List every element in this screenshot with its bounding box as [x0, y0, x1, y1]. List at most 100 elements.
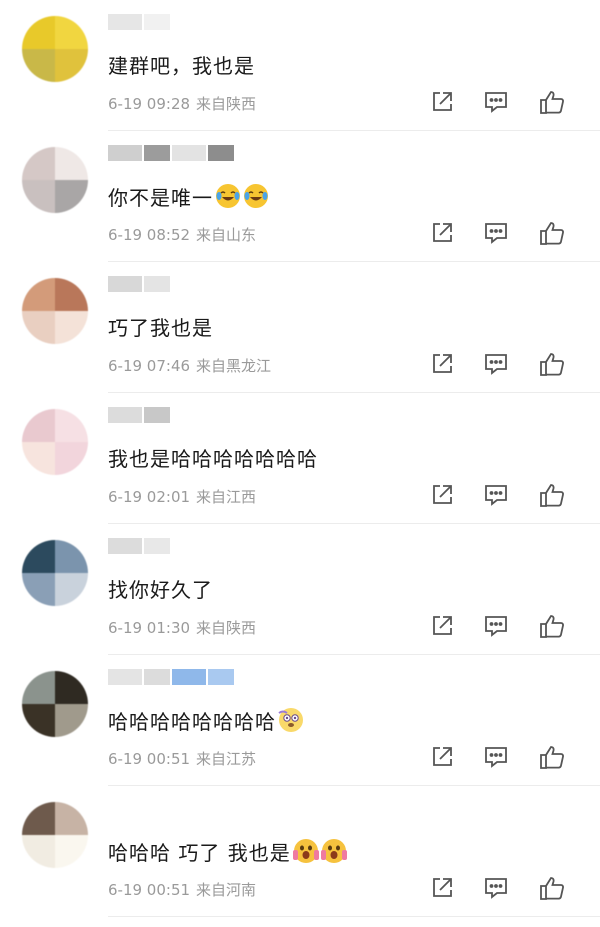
like-button[interactable]: [538, 483, 566, 511]
comment-icon: [483, 876, 509, 904]
screaming-face-emoji: [319, 839, 347, 865]
screaming-face-emoji: [291, 839, 319, 865]
nickname-blurred[interactable]: [108, 145, 234, 161]
share-button[interactable]: [428, 745, 456, 773]
comment-time: 6-19 09:28: [108, 95, 191, 113]
comment-item[interactable]: 找你好久了 6-19 01:30 来自陕西: [0, 524, 600, 655]
thumbs-up-icon: [539, 613, 565, 643]
comment-text: 找你好久了: [108, 576, 213, 604]
comment-meta: 6-19 01:30 来自陕西: [108, 617, 256, 638]
comment-icon: [483, 745, 509, 773]
comment-location: 来自陕西: [196, 619, 257, 637]
reply-button[interactable]: [482, 221, 510, 249]
crying-laughing-emoji: [241, 184, 269, 210]
comment-icon: [483, 352, 509, 380]
reply-button[interactable]: [482, 352, 510, 380]
share-button[interactable]: [428, 483, 456, 511]
comment-icon: [483, 614, 509, 642]
comment-location: 来自黑龙江: [196, 357, 272, 375]
comment-time: 6-19 07:46: [108, 357, 191, 375]
comment-icon: [483, 90, 509, 118]
comment-text: 巧了我也是: [108, 314, 213, 342]
comment-location: 来自江苏: [196, 750, 257, 768]
share-button[interactable]: [428, 876, 456, 904]
thumbs-up-icon: [539, 351, 565, 381]
comment-icon: [483, 221, 509, 249]
comment-location: 来自山东: [196, 226, 257, 244]
share-button[interactable]: [428, 221, 456, 249]
share-button[interactable]: [428, 352, 456, 380]
share-icon: [430, 352, 454, 380]
comment-text-content: 我也是哈哈哈哈哈哈哈: [108, 447, 318, 471]
comment-meta: 6-19 07:46 来自黑龙江: [108, 355, 271, 376]
comment-time: 6-19 00:51: [108, 750, 191, 768]
comment-text: 建群吧，我也是: [108, 52, 255, 80]
avatar[interactable]: [22, 671, 88, 737]
comment-text: 哈哈哈 巧了 我也是: [108, 838, 347, 867]
share-icon: [430, 483, 454, 511]
nickname-blurred[interactable]: [108, 14, 170, 30]
comment-actions: [428, 614, 578, 642]
comment-time: 6-19 00:51: [108, 881, 191, 899]
nickname-blurred[interactable]: [108, 276, 170, 292]
share-icon: [430, 614, 454, 642]
crying-laughing-emoji: [213, 184, 241, 210]
avatar[interactable]: [22, 16, 88, 82]
comment-icon: [483, 483, 509, 511]
comment-text: 哈哈哈哈哈哈哈哈: [108, 707, 304, 736]
comment-meta: 6-19 02:01 来自江西: [108, 486, 256, 507]
thumbs-up-icon: [539, 89, 565, 119]
comment-actions: [428, 221, 578, 249]
thumbs-up-icon: [539, 875, 565, 905]
nickname-blurred[interactable]: [108, 407, 170, 423]
comment-text-content: 建群吧，我也是: [108, 54, 255, 78]
comment-location: 来自河南: [196, 881, 257, 899]
comment-text-content: 巧了我也是: [108, 316, 213, 340]
like-button[interactable]: [538, 876, 566, 904]
like-button[interactable]: [538, 352, 566, 380]
reply-button[interactable]: [482, 876, 510, 904]
comment-meta: 6-19 08:52 来自山东: [108, 224, 256, 245]
like-button[interactable]: [538, 745, 566, 773]
comment-text: 我也是哈哈哈哈哈哈哈: [108, 445, 318, 473]
comment-actions: [428, 90, 578, 118]
comment-location: 来自江西: [196, 488, 257, 506]
comment-text-content: 找你好久了: [108, 578, 213, 602]
dizzy-face-emoji: [276, 708, 304, 734]
share-icon: [430, 745, 454, 773]
share-button[interactable]: [428, 614, 456, 642]
avatar[interactable]: [22, 409, 88, 475]
comment-item[interactable]: 哈哈哈 巧了 我也是 6-19 00:51 来自河南: [0, 786, 600, 917]
comment-text-content: 你不是唯一: [108, 186, 213, 210]
thumbs-up-icon: [539, 220, 565, 250]
reply-button[interactable]: [482, 90, 510, 118]
like-button[interactable]: [538, 614, 566, 642]
comment-meta: 6-19 00:51 来自河南: [108, 879, 256, 900]
comment-meta: 6-19 09:28 来自陕西: [108, 93, 256, 114]
comment-actions: [428, 483, 578, 511]
reply-button[interactable]: [482, 614, 510, 642]
avatar[interactable]: [22, 278, 88, 344]
comment-location: 来自陕西: [196, 95, 257, 113]
avatar[interactable]: [22, 540, 88, 606]
nickname-blurred[interactable]: [108, 538, 170, 554]
comment-item[interactable]: 巧了我也是 6-19 07:46 来自黑龙江: [0, 262, 600, 393]
thumbs-up-icon: [539, 482, 565, 512]
share-icon: [430, 876, 454, 904]
comment-time: 6-19 02:01: [108, 488, 191, 506]
share-icon: [430, 90, 454, 118]
nickname-blurred[interactable]: [108, 669, 234, 685]
share-button[interactable]: [428, 90, 456, 118]
reply-button[interactable]: [482, 745, 510, 773]
reply-button[interactable]: [482, 483, 510, 511]
avatar[interactable]: [22, 147, 88, 213]
comment-item[interactable]: 你不是唯一 6-19 08:52 来自山东: [0, 131, 600, 262]
comment-item[interactable]: 哈哈哈哈哈哈哈哈 6-19 00:51 来自江苏: [0, 655, 600, 786]
like-button[interactable]: [538, 90, 566, 118]
comment-meta: 6-19 00:51 来自江苏: [108, 748, 256, 769]
avatar[interactable]: [22, 802, 88, 868]
like-button[interactable]: [538, 221, 566, 249]
comment-item[interactable]: 建群吧，我也是 6-19 09:28 来自陕西: [0, 0, 600, 131]
comment-actions: [428, 876, 578, 904]
comment-item[interactable]: 我也是哈哈哈哈哈哈哈 6-19 02:01 来自江西: [0, 393, 600, 524]
